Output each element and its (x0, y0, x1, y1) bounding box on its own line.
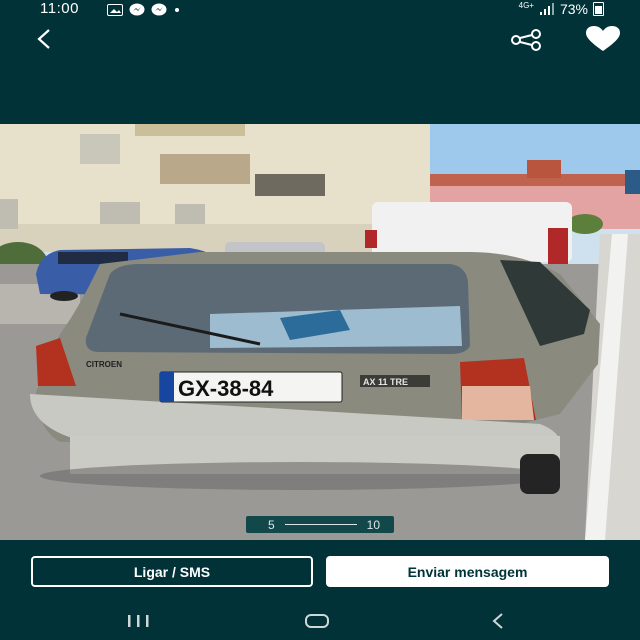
back-button[interactable] (30, 24, 60, 54)
recent-apps-icon[interactable] (126, 614, 152, 628)
network-label: 4G+ (518, 1, 534, 10)
status-time: 11:00 (40, 0, 79, 17)
model-badge: AX 11 TRE (363, 377, 408, 387)
messenger-icon-2 (151, 3, 167, 16)
battery-percent: 73% (559, 1, 588, 17)
share-icon (511, 29, 541, 51)
signal-icon (539, 3, 554, 15)
messenger-icon (129, 3, 145, 16)
counter-divider (284, 524, 357, 525)
gallery-counter: 5 10 (246, 516, 394, 533)
status-bar: 11:00 4G+ 73% (0, 0, 640, 20)
counter-current: 5 (268, 517, 275, 532)
favorite-button[interactable] (582, 25, 624, 55)
dot-icon (175, 8, 179, 12)
top-bar (0, 20, 640, 60)
license-plate: GX-38-84 (178, 376, 274, 401)
call-sms-button[interactable]: Ligar / SMS (31, 556, 313, 587)
gallery-icon (107, 4, 123, 16)
battery-icon (593, 2, 604, 16)
home-icon[interactable] (305, 614, 329, 628)
notification-icons (107, 3, 181, 17)
counter-total: 10 (366, 517, 380, 532)
back-icon[interactable] (488, 612, 508, 630)
status-right: 4G+ 73% (519, 1, 604, 17)
chevron-left-icon (37, 29, 50, 49)
system-nav-bar (0, 600, 640, 640)
share-button[interactable] (508, 25, 546, 55)
listing-photo[interactable]: GX-38-84 CITROEN AX 11 TRE (0, 124, 640, 540)
brand-badge: CITROEN (86, 360, 122, 369)
car-photo: GX-38-84 CITROEN AX 11 TRE (0, 124, 640, 540)
send-message-button[interactable]: Enviar mensagem (326, 556, 609, 587)
heart-icon (586, 26, 620, 51)
